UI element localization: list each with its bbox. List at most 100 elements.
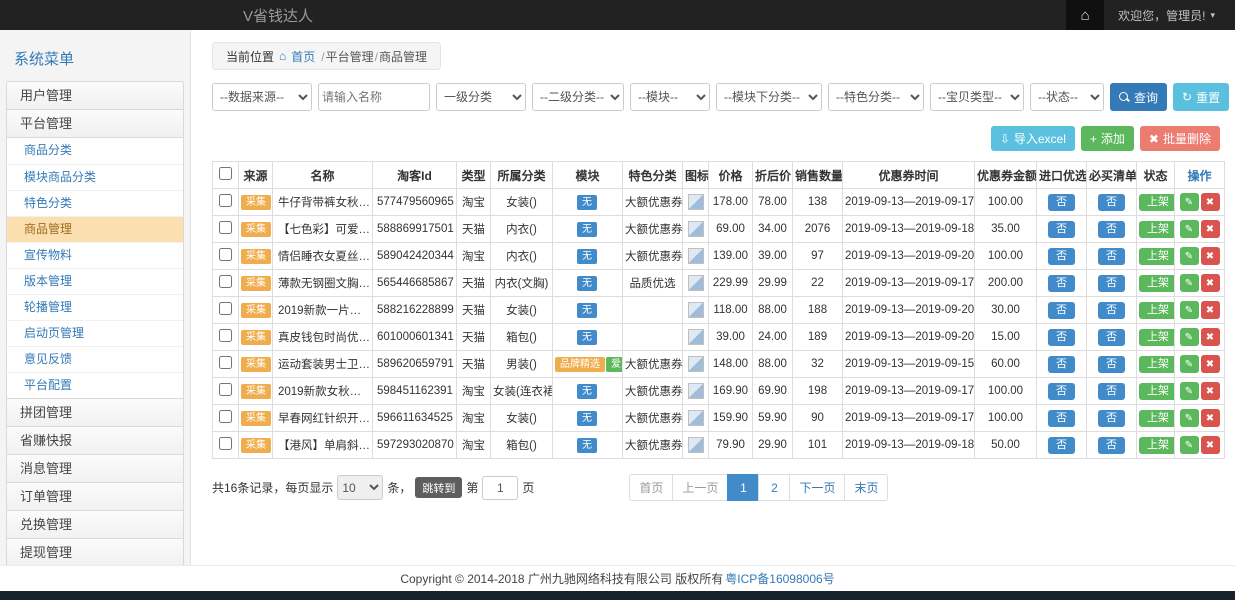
must-buy-toggle[interactable]: 否 <box>1098 410 1125 427</box>
filter-select[interactable]: --二级分类-- <box>532 83 624 111</box>
status-button[interactable]: 上架 <box>1139 221 1175 238</box>
reset-button[interactable]: ↻ 重置 <box>1173 83 1229 111</box>
edit-button[interactable]: ✎ <box>1180 355 1199 373</box>
sidebar-group-拼团管理[interactable]: 拼团管理 <box>6 398 184 427</box>
sidebar-item-商品分类[interactable]: 商品分类 <box>7 138 183 164</box>
status-button[interactable]: 上架 <box>1139 356 1175 373</box>
row-checkbox[interactable] <box>219 248 232 261</box>
import-select-toggle[interactable]: 否 <box>1048 383 1075 400</box>
filter-select[interactable]: --数据来源-- <box>212 83 312 111</box>
jump-button[interactable]: 跳转到 <box>415 477 462 498</box>
sidebar-item-启动页管理[interactable]: 启动页管理 <box>7 320 183 346</box>
sidebar-group-订单管理[interactable]: 订单管理 <box>6 482 184 511</box>
page-number-input[interactable] <box>482 476 518 500</box>
status-button[interactable]: 上架 <box>1139 437 1175 454</box>
edit-button[interactable]: ✎ <box>1180 409 1199 427</box>
name-search-input[interactable] <box>318 83 430 111</box>
must-buy-toggle[interactable]: 否 <box>1098 356 1125 373</box>
page-button-首页[interactable]: 首页 <box>629 474 673 501</box>
edit-button[interactable]: ✎ <box>1180 328 1199 346</box>
must-buy-toggle[interactable]: 否 <box>1098 437 1125 454</box>
must-buy-toggle[interactable]: 否 <box>1098 302 1125 319</box>
status-button[interactable]: 上架 <box>1139 329 1175 346</box>
sidebar-group-平台管理[interactable]: 平台管理 <box>6 109 184 138</box>
delete-button[interactable]: ✖ <box>1201 247 1220 265</box>
delete-button[interactable]: ✖ <box>1201 436 1220 454</box>
edit-button[interactable]: ✎ <box>1180 382 1199 400</box>
import-select-toggle[interactable]: 否 <box>1048 248 1075 265</box>
edit-button[interactable]: ✎ <box>1180 247 1199 265</box>
row-checkbox[interactable] <box>219 356 232 369</box>
sidebar-item-版本管理[interactable]: 版本管理 <box>7 268 183 294</box>
delete-button[interactable]: ✖ <box>1201 382 1220 400</box>
row-checkbox[interactable] <box>219 275 232 288</box>
sidebar-group-消息管理[interactable]: 消息管理 <box>6 454 184 483</box>
sidebar-group-兑换管理[interactable]: 兑换管理 <box>6 510 184 539</box>
row-checkbox[interactable] <box>219 437 232 450</box>
page-button-上一页[interactable]: 上一页 <box>672 474 728 501</box>
per-page-select[interactable]: 10 <box>337 475 383 500</box>
row-checkbox[interactable] <box>219 329 232 342</box>
status-button[interactable]: 上架 <box>1139 248 1175 265</box>
import-select-toggle[interactable]: 否 <box>1048 275 1075 292</box>
row-checkbox[interactable] <box>219 194 232 207</box>
row-checkbox[interactable] <box>219 221 232 234</box>
import-excel-button[interactable]: ⇩ 导入excel <box>991 126 1075 151</box>
row-checkbox[interactable] <box>219 302 232 315</box>
delete-button[interactable]: ✖ <box>1201 355 1220 373</box>
must-buy-toggle[interactable]: 否 <box>1098 383 1125 400</box>
breadcrumb-item[interactable]: 平台管理 <box>326 50 374 64</box>
import-select-toggle[interactable]: 否 <box>1048 410 1075 427</box>
edit-button[interactable]: ✎ <box>1180 301 1199 319</box>
filter-select[interactable]: --模块-- <box>630 83 710 111</box>
must-buy-toggle[interactable]: 否 <box>1098 275 1125 292</box>
import-select-toggle[interactable]: 否 <box>1048 221 1075 238</box>
import-select-toggle[interactable]: 否 <box>1048 329 1075 346</box>
search-button[interactable]: 查询 <box>1110 83 1167 111</box>
must-buy-toggle[interactable]: 否 <box>1098 248 1125 265</box>
sidebar-item-特色分类[interactable]: 特色分类 <box>7 190 183 216</box>
sidebar-item-模块商品分类[interactable]: 模块商品分类 <box>7 164 183 190</box>
user-menu[interactable]: 欢迎您，管理员! ▾ <box>1104 7 1235 24</box>
sidebar-item-意见反馈[interactable]: 意见反馈 <box>7 346 183 372</box>
delete-button[interactable]: ✖ <box>1201 193 1220 211</box>
select-all-checkbox[interactable] <box>219 167 232 180</box>
home-button[interactable]: ⌂ <box>1066 0 1104 30</box>
sidebar-group-用户管理[interactable]: 用户管理 <box>6 81 184 110</box>
filter-select[interactable]: --宝贝类型-- <box>930 83 1024 111</box>
page-button-2[interactable]: 2 <box>758 474 790 501</box>
status-button[interactable]: 上架 <box>1139 410 1175 427</box>
edit-button[interactable]: ✎ <box>1180 193 1199 211</box>
page-button-1[interactable]: 1 <box>727 474 759 501</box>
import-select-toggle[interactable]: 否 <box>1048 356 1075 373</box>
must-buy-toggle[interactable]: 否 <box>1098 194 1125 211</box>
breadcrumb-home-link[interactable]: 首页 <box>291 48 315 65</box>
filter-select[interactable]: --模块下分类-- <box>716 83 822 111</box>
page-button-下一页[interactable]: 下一页 <box>789 474 845 501</box>
delete-button[interactable]: ✖ <box>1201 274 1220 292</box>
delete-button[interactable]: ✖ <box>1201 409 1220 427</box>
sidebar-item-宣传物料[interactable]: 宣传物料 <box>7 242 183 268</box>
status-button[interactable]: 上架 <box>1139 194 1175 211</box>
must-buy-toggle[interactable]: 否 <box>1098 221 1125 238</box>
edit-button[interactable]: ✎ <box>1180 220 1199 238</box>
import-select-toggle[interactable]: 否 <box>1048 437 1075 454</box>
sidebar-group-省赚快报[interactable]: 省赚快报 <box>6 426 184 455</box>
status-button[interactable]: 上架 <box>1139 275 1175 292</box>
row-checkbox[interactable] <box>219 383 232 396</box>
row-checkbox[interactable] <box>219 410 232 423</box>
status-button[interactable]: 上架 <box>1139 302 1175 319</box>
delete-button[interactable]: ✖ <box>1201 328 1220 346</box>
filter-select[interactable]: 一级分类 <box>436 83 526 111</box>
import-select-toggle[interactable]: 否 <box>1048 302 1075 319</box>
import-select-toggle[interactable]: 否 <box>1048 194 1075 211</box>
sidebar-item-平台配置[interactable]: 平台配置 <box>7 372 183 398</box>
add-button[interactable]: + 添加 <box>1081 126 1134 151</box>
sidebar-group-提现管理[interactable]: 提现管理 <box>6 538 184 567</box>
delete-button[interactable]: ✖ <box>1201 301 1220 319</box>
icp-link[interactable]: 粤ICP备16098006号 <box>725 570 834 587</box>
delete-button[interactable]: ✖ <box>1201 220 1220 238</box>
edit-button[interactable]: ✎ <box>1180 274 1199 292</box>
edit-button[interactable]: ✎ <box>1180 436 1199 454</box>
breadcrumb-item[interactable]: 商品管理 <box>379 50 427 64</box>
